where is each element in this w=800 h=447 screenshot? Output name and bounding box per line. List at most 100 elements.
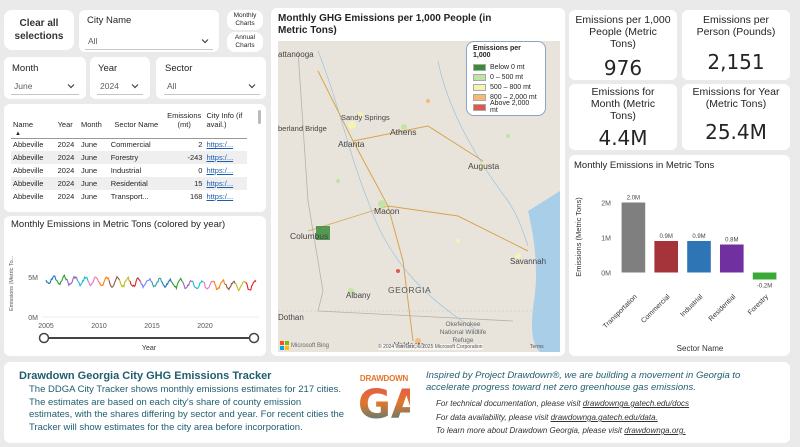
city-dropdown[interactable]: All [85,32,213,50]
map-legend-title: Emissions per 1,000 [473,45,521,59]
line-chart: Emissions (Metric To... 5M 0M 2005 2010 … [28,274,260,352]
footer-docs-link[interactable]: drawdownga.gatech.edu/docs [583,399,689,408]
bar-residential[interactable] [719,244,744,273]
line-segment-year [213,278,226,291]
footer-description: The DDGA City Tracker shows monthly emis… [29,384,345,433]
year-dropdown-value: 2024 [100,80,119,91]
column-header-name[interactable]: Name [11,110,56,130]
map-label-columbus: Columbus [290,231,329,241]
legend-swatch [473,103,486,111]
cell-emissions: 0 [198,166,203,175]
map-terms-link[interactable]: Terms [530,344,544,350]
sort-ascending-icon[interactable]: ▲ [15,131,21,137]
kpi-value: 2,151 [707,50,765,74]
legend-item: 0 – 500 mt [473,72,539,82]
bar-data-label: 0.9M [692,234,705,240]
legend-item: Below 0 mt [473,62,539,72]
bar-y-tick: 2M [601,201,611,208]
column-header-sector-name[interactable]: Sector Name [109,110,164,130]
bar-series: 2.0M 0.9M 0.9M 0.8M -0.2M [621,196,777,290]
month-dropdown[interactable]: June [11,77,79,95]
legend-item: Above 2,000 mt [473,100,539,114]
line-segment-year [150,277,163,288]
bar-y-tick: 0M [601,271,611,278]
line-segment-year [87,276,100,287]
chevron-down-icon [201,38,209,43]
logo-bottom-text: GA [358,382,422,428]
cell-city-info-link[interactable]: https:/... [204,190,247,203]
cell-name: Abbeville [11,151,56,164]
footer-org-link[interactable]: drawdownga.org. [624,426,685,435]
footer-link-prefix: For technical documentation, please visi… [436,399,583,408]
cell-year: 2024 [57,166,75,175]
annual-charts-label: Annual Charts [234,34,256,49]
bar-chart-xlabel: Sector Name [677,344,724,353]
bar-forestry[interactable] [752,272,777,280]
map-label-albany: Albany [346,291,371,300]
column-header-year[interactable]: Year [56,110,79,130]
year-slicer: Year 2024 [90,57,150,99]
footer-data-link[interactable]: drawdownga.gatech.edu/data. [551,413,658,422]
year-range-slider-start-handle[interactable] [38,332,50,344]
line-series-group [45,274,257,292]
sector-dropdown[interactable]: All [164,77,260,95]
cell-city-info-link[interactable]: https:/... [204,151,247,164]
column-header-emissions[interactable]: Emissions (mt) [164,110,205,130]
clear-all-selections-button[interactable]: Clear all selections [4,10,74,50]
line-chart-y-tick: 0M [28,315,38,322]
bar-data-label: 0.9M [660,234,673,240]
cell-month: June [80,166,98,175]
map-title: Monthly GHG Emissions per 1,000 People (… [278,13,492,36]
footer-link-line-org: To learn more about Drawdown Georgia, pl… [436,425,686,437]
kpi-value: 976 [603,56,643,80]
cell-sector: Forestry [108,151,164,164]
bar-commercial[interactable] [654,241,679,273]
cell-sector: Commercial [110,140,151,150]
bar-industrial[interactable] [687,241,711,273]
table-scrollbar[interactable] [258,110,261,124]
bar-data-label: 2.0M [627,196,640,202]
cell-city-info-link[interactable]: https:/... [204,138,247,151]
cell-city-info-link[interactable]: https:/... [204,164,247,177]
monthly-charts-button[interactable]: Monthly Charts [227,10,263,30]
cell-year: 2024 [55,177,79,190]
table-row[interactable]: Abbeville 2024 June Transport... 168 htt… [11,190,247,203]
cell-emissions: 168 [189,192,203,201]
bar-category-label: Commercial [640,293,672,325]
table-row[interactable]: Abbeville 2024 June Residential 15 https… [11,177,247,190]
cell-city-info-link[interactable]: https:/... [204,177,247,190]
column-header-city-info[interactable]: City Info (if avail.) [204,110,247,130]
map-label-atlanta: Atlanta [338,139,365,149]
city-slicer: City Name All [79,10,219,52]
bar-category-label: Residential [708,293,738,323]
table-row[interactable]: Abbeville 2024 June Forestry -243 https:… [11,151,247,164]
bar-transportation[interactable] [621,202,646,273]
map-label-georgia: GEORGIA [388,285,432,295]
cell-year: 2024 [55,151,79,164]
line-chart-x-tick: 2020 [197,323,213,330]
footer-title: Drawdown Georgia City GHG Emissions Trac… [19,370,272,382]
annual-charts-button[interactable]: Annual Charts [227,32,263,52]
table-row[interactable]: Abbeville 2024 June Commercial 2 https:/… [11,138,247,151]
map-canvas[interactable]: attanooga Sandy Springs berland Bridge A… [278,41,560,352]
kpi-label: Emissions per Person (Pounds) [696,14,776,38]
map-label-chattanooga: attanooga [278,50,314,59]
line-segment-year [118,275,131,288]
legend-label: 500 – 800 mt [490,83,531,91]
column-header-month[interactable]: Month [79,110,109,130]
emissions-table: Name Year Month Sector Name Emissions (m… [11,110,247,203]
kpi-label: Emissions per 1,000 People (Metric Tons) [575,14,671,50]
bar-chart: Emissions (Metric Tons) 2M 1M 0M 2.0M 0.9M 0… [574,196,777,353]
cell-year: 2024 [57,140,75,150]
year-dropdown[interactable]: 2024 [97,77,143,95]
city-dropdown-value: All [88,35,98,46]
year-range-slider-end-handle[interactable] [248,332,260,344]
line-segment-year [234,280,246,292]
map-label-okefenokee: Okefenokee National Wildlife Refuge [439,321,487,344]
line-segment-year [56,274,68,286]
table-row[interactable]: Abbeville 2024 June Industrial 0 https:/… [11,164,247,177]
cell-month: June [80,192,98,201]
kpi-card-year: Emissions for Year (Metric Tons) 25.4M [682,84,790,150]
line-segment-year [245,279,257,291]
kpi-card-month: Emissions for Month (Metric Tons) 4.4M [569,84,677,150]
